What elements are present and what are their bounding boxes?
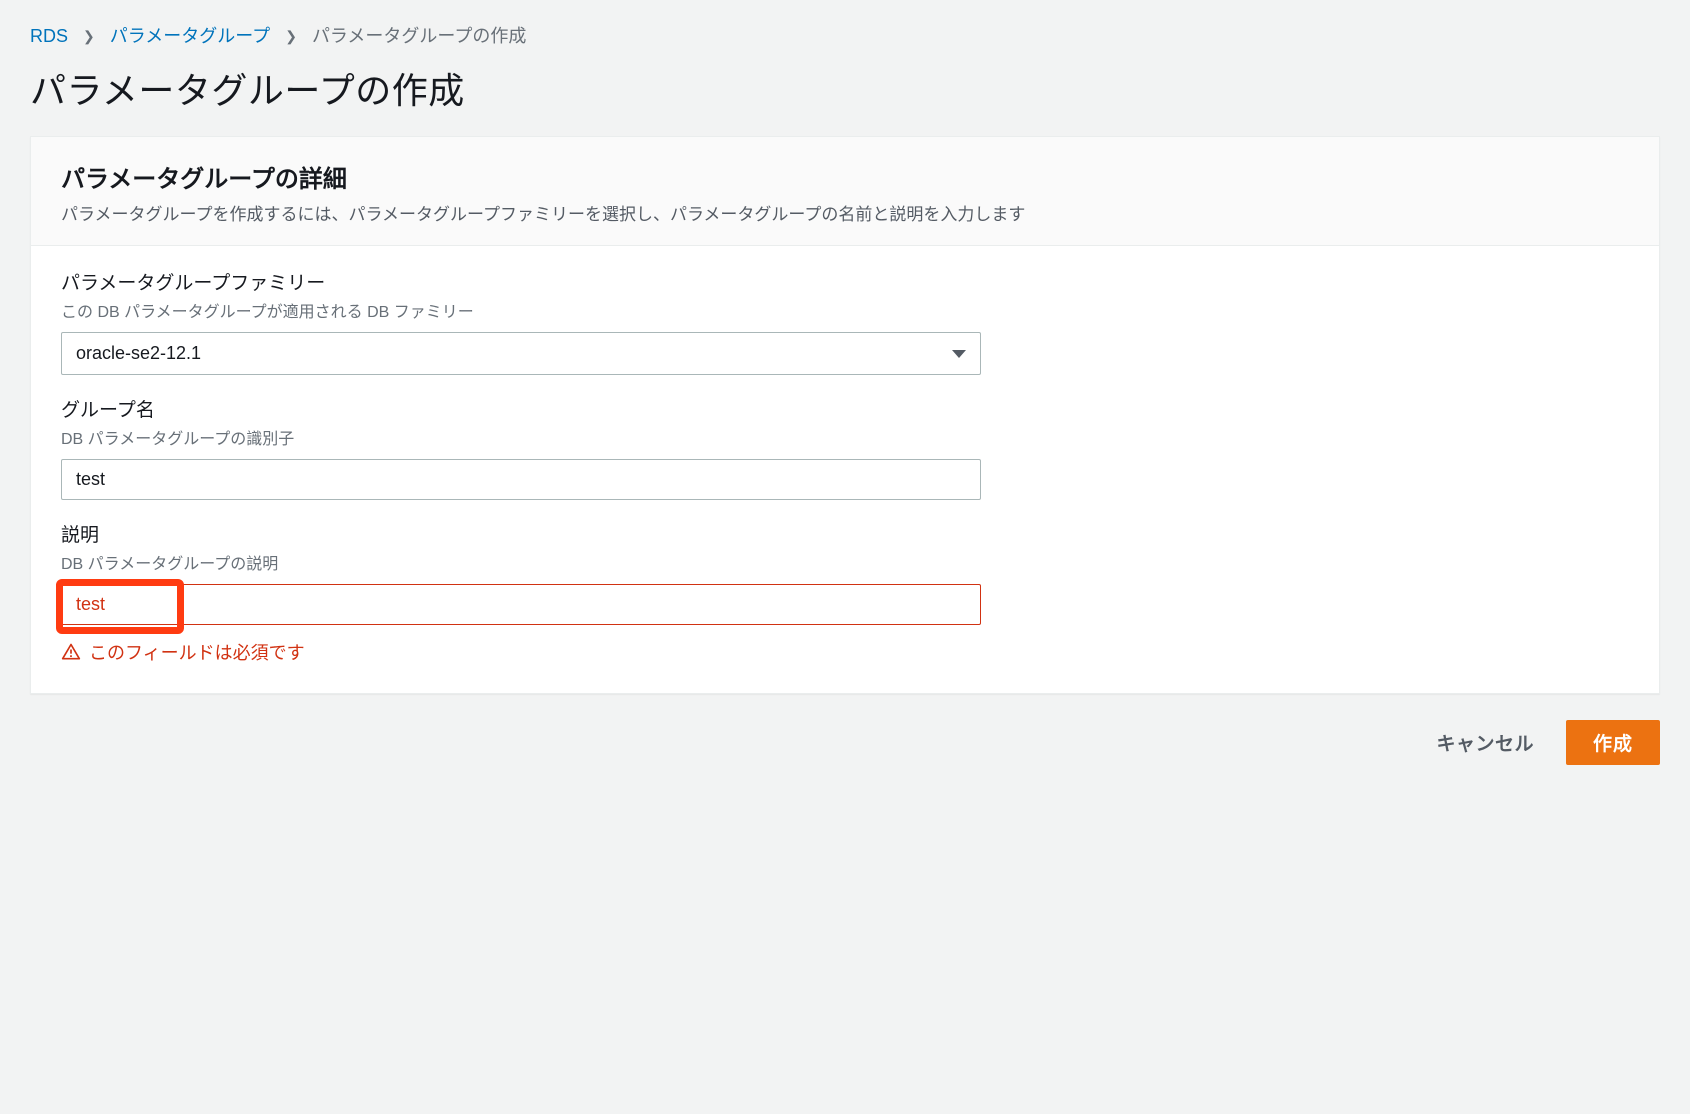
group-name-hint: DB パラメータグループの識別子 xyxy=(61,425,1629,449)
family-field: パラメータグループファミリー この DB パラメータグループが適用される DB … xyxy=(61,268,1629,375)
cancel-button[interactable]: キャンセル xyxy=(1432,721,1538,764)
caret-down-icon xyxy=(952,350,966,358)
description-field: 説明 DB パラメータグループの説明 このフィールドは必須です xyxy=(61,520,1629,665)
group-name-input[interactable] xyxy=(61,459,981,500)
details-panel: パラメータグループの詳細 パラメータグループを作成するには、パラメータグループフ… xyxy=(30,136,1660,694)
family-hint: この DB パラメータグループが適用される DB ファミリー xyxy=(61,298,1629,322)
description-error-text: このフィールドは必須です xyxy=(89,639,305,665)
submit-button[interactable]: 作成 xyxy=(1566,720,1660,765)
group-name-label: グループ名 xyxy=(61,395,1629,422)
family-label: パラメータグループファミリー xyxy=(61,268,1629,295)
panel-body: パラメータグループファミリー この DB パラメータグループが適用される DB … xyxy=(31,246,1659,693)
breadcrumb-parent-link[interactable]: パラメータグループ xyxy=(110,26,270,46)
family-select[interactable]: oracle-se2-12.1 xyxy=(61,332,981,375)
breadcrumb-root-link[interactable]: RDS xyxy=(30,26,68,46)
description-input[interactable] xyxy=(61,584,981,625)
chevron-right-icon: ❯ xyxy=(285,28,297,44)
description-label: 説明 xyxy=(61,520,1629,547)
panel-description: パラメータグループを作成するには、パラメータグループファミリーを選択し、パラメー… xyxy=(61,200,1629,225)
group-name-field: グループ名 DB パラメータグループの識別子 xyxy=(61,395,1629,500)
alert-triangle-icon xyxy=(61,642,81,662)
panel-heading: パラメータグループの詳細 xyxy=(61,159,1629,194)
panel-header: パラメータグループの詳細 パラメータグループを作成するには、パラメータグループフ… xyxy=(31,137,1659,246)
page-title: パラメータグループの作成 xyxy=(0,48,1690,136)
breadcrumb: RDS ❯ パラメータグループ ❯ パラメータグループの作成 xyxy=(0,0,1690,48)
description-hint: DB パラメータグループの説明 xyxy=(61,550,1629,574)
breadcrumb-current: パラメータグループの作成 xyxy=(312,26,526,46)
form-actions: キャンセル 作成 xyxy=(0,694,1690,793)
family-select-value: oracle-se2-12.1 xyxy=(76,343,201,364)
description-error: このフィールドは必須です xyxy=(61,639,1629,665)
chevron-right-icon: ❯ xyxy=(83,28,95,44)
